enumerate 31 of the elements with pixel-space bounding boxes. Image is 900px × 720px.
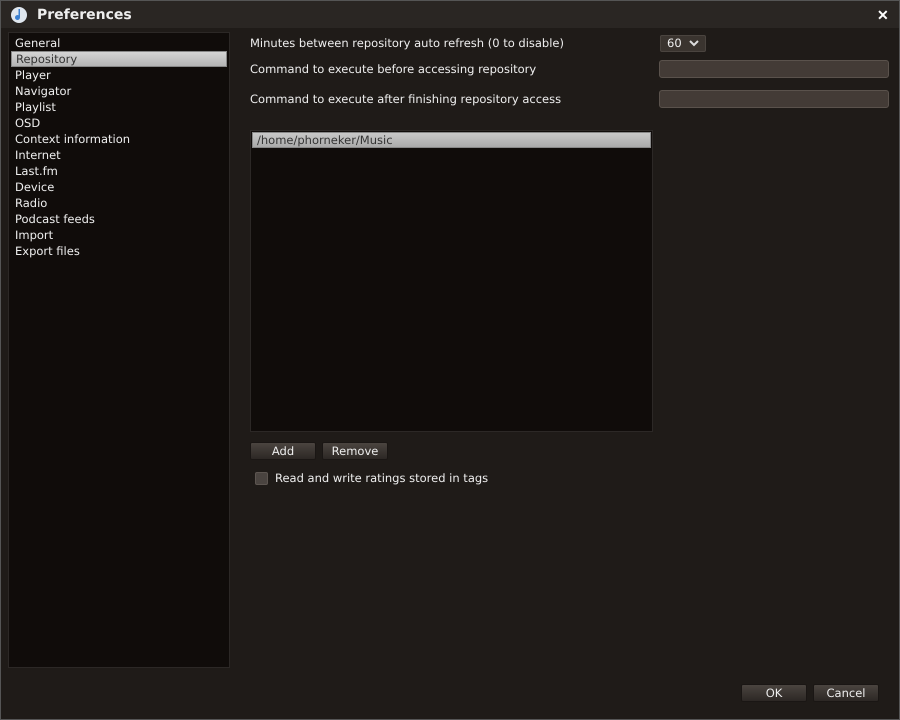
sidebar-item[interactable]: Internet xyxy=(11,147,227,163)
sidebar-item[interactable]: Playlist xyxy=(11,99,227,115)
command-field[interactable] xyxy=(659,60,889,78)
sidebar-item[interactable]: Device xyxy=(11,179,227,195)
close-button[interactable]: ✕ xyxy=(873,6,893,22)
sidebar-item[interactable]: Navigator xyxy=(11,83,227,99)
sidebar-item[interactable]: General xyxy=(11,35,227,51)
sidebar-item[interactable]: Import xyxy=(11,227,227,243)
sidebar-item[interactable]: Context information xyxy=(11,131,227,147)
sidebar-item[interactable]: Last.fm xyxy=(11,163,227,179)
sidebar-item[interactable]: OSD xyxy=(11,115,227,131)
window-title: Preferences xyxy=(37,6,133,22)
setting-label: Minutes between repository auto refresh (0 to disable) xyxy=(250,36,564,50)
folder-item[interactable]: /home/phorneker/Music xyxy=(252,132,651,148)
list-button[interactable]: Add xyxy=(250,442,316,460)
sidebar-item[interactable]: Radio xyxy=(11,195,227,211)
chevron-down-icon xyxy=(689,40,699,46)
sidebar-item[interactable]: Podcast feeds xyxy=(11,211,227,227)
sidebar-item[interactable]: Export files xyxy=(11,243,227,259)
sidebar-item[interactable]: Repository xyxy=(11,51,227,67)
checkbox[interactable] xyxy=(255,472,268,484)
dialog-button[interactable]: Cancel xyxy=(813,684,879,702)
setting-label: Command to execute before accessing repository xyxy=(250,62,536,76)
music-note-icon xyxy=(10,6,28,24)
command-field[interactable] xyxy=(659,90,889,108)
minutes-dropdown[interactable]: 60 xyxy=(660,34,706,52)
setting-label: Command to execute after finishing repository access xyxy=(250,92,562,106)
sidebar-item[interactable]: Player xyxy=(11,67,227,83)
checkbox-label: Read and write ratings stored in tags xyxy=(275,471,488,485)
list-button[interactable]: Remove xyxy=(322,442,388,460)
dialog-button[interactable]: OK xyxy=(741,684,807,702)
